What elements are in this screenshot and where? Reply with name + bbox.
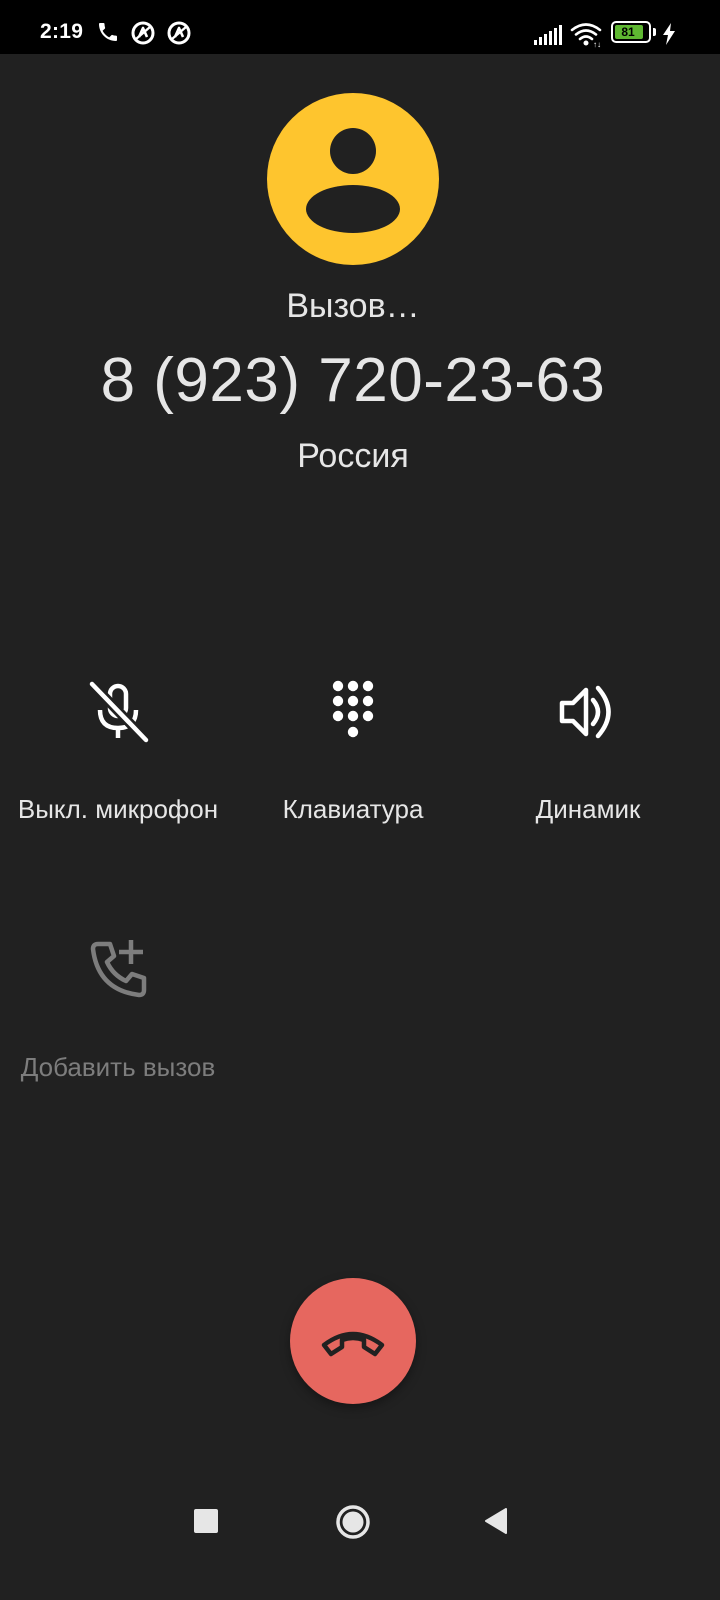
phone-icon bbox=[99, 23, 117, 41]
add-call-button[interactable]: Добавить вызов bbox=[0, 938, 238, 1083]
mute-button[interactable]: Выкл. микрофон bbox=[0, 680, 238, 825]
end-call-icon bbox=[321, 1331, 385, 1357]
end-call-button[interactable] bbox=[290, 1278, 416, 1404]
battery-icon: 81 bbox=[611, 21, 651, 43]
mute-label: Выкл. микрофон bbox=[17, 794, 219, 824]
status-time: 2:19 bbox=[40, 20, 84, 43]
keypad-button[interactable]: Клавиатура bbox=[233, 680, 473, 825]
vpn-icon bbox=[167, 21, 191, 45]
contact-avatar bbox=[267, 93, 439, 265]
person-icon bbox=[306, 128, 400, 233]
caller-location: Россия bbox=[297, 437, 409, 475]
status-bar: 2:19 ↑↓ 81 bbox=[0, 0, 720, 54]
mic-off-icon bbox=[88, 680, 150, 744]
dialpad-icon bbox=[332, 680, 374, 738]
signal-icon bbox=[534, 25, 562, 45]
back-icon[interactable] bbox=[484, 1508, 508, 1534]
wifi-icon: ↑↓ bbox=[570, 23, 602, 48]
speaker-icon bbox=[559, 685, 611, 739]
add-call-icon bbox=[90, 940, 147, 998]
speaker-button[interactable]: Динамик bbox=[468, 680, 708, 825]
svg-text:↑↓: ↑↓ bbox=[593, 40, 601, 48]
add-call-label: Добавить вызов bbox=[20, 1052, 216, 1082]
call-screen: 2:19 ↑↓ 81 Вызов… 8 (923) 720-23-63 Росс… bbox=[0, 0, 720, 1600]
vpn-icon bbox=[131, 21, 155, 45]
recents-icon[interactable] bbox=[194, 1509, 218, 1533]
keypad-label: Клавиатура bbox=[282, 794, 424, 824]
speaker-label: Динамик bbox=[535, 794, 641, 824]
phone-number: 8 (923) 720-23-63 bbox=[100, 346, 606, 415]
charging-icon bbox=[663, 23, 675, 45]
battery-level: 81 bbox=[621, 25, 635, 39]
call-status: Вызов… bbox=[286, 287, 420, 325]
home-icon[interactable] bbox=[335, 1504, 371, 1540]
